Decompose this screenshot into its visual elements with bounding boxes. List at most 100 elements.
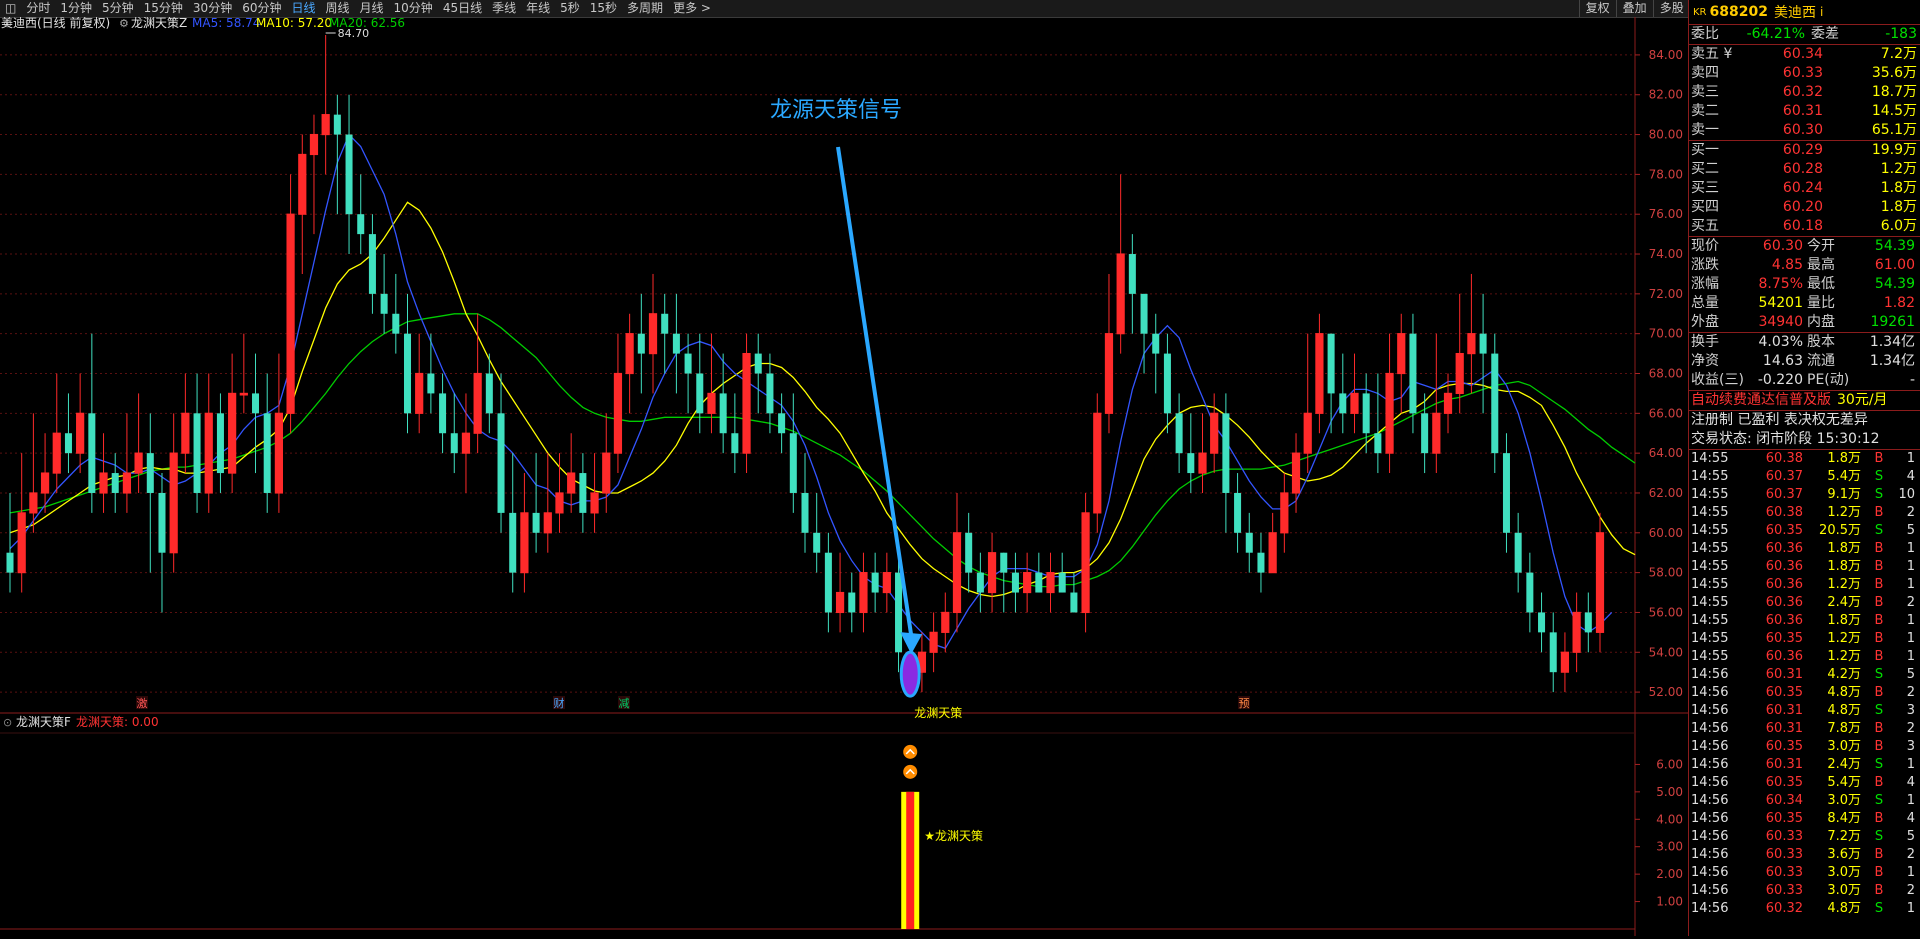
tick-side: B — [1874, 847, 1884, 862]
tick-price: 60.35 — [1765, 739, 1803, 754]
window-menu-icon[interactable]: ◫ — [0, 0, 21, 17]
ask-row[interactable]: 卖五 ¥ 60.34 7.2万 — [1689, 45, 1920, 64]
kline-chart-area[interactable]: ⊙ 美迪西(日线 前复权) ⚙ 龙渊天策Z MA5: 58.74 MA10: 5… — [0, 15, 1695, 936]
period-tab[interactable]: 多周期 — [622, 0, 668, 17]
tick-list[interactable]: 14:55 60.38 1.8万 B 1 14:55 60.37 5.4万 S 4 14:55 60.… — [1689, 450, 1920, 918]
candle-down — [1339, 393, 1347, 414]
period-tab[interactable]: 1分钟 — [55, 0, 97, 17]
tick-price: 60.36 — [1765, 613, 1803, 628]
y-tick-label: 62.00 — [1649, 486, 1683, 500]
ask-label: 卖三 — [1691, 84, 1719, 100]
bid-row[interactable]: 买一 60.29 19.9万 — [1689, 141, 1920, 160]
candle-up-fill — [883, 572, 891, 593]
toolbar-button[interactable]: 复权 — [1578, 0, 1616, 17]
ask-row[interactable]: 卖三 60.32 18.7万 — [1689, 83, 1920, 102]
tick-price: 60.36 — [1765, 559, 1803, 574]
period-tab[interactable]: 15秒 — [585, 0, 622, 17]
period-tab[interactable]: 月线 — [355, 0, 389, 17]
stat-value: 1.82 — [1883, 295, 1915, 311]
period-tab[interactable]: 年线 — [521, 0, 555, 17]
high-marker: 84.70 — [338, 27, 370, 40]
tick-count: 1 — [1906, 559, 1915, 574]
candle-down — [1011, 572, 1019, 593]
period-tab[interactable]: 15分钟 — [139, 0, 188, 17]
period-tab[interactable]: 日线 — [286, 0, 320, 17]
period-tab[interactable]: 60分钟 — [237, 0, 286, 17]
ask-label: 卖四 — [1691, 65, 1719, 81]
bid-row[interactable]: 买二 60.28 1.2万 — [1689, 160, 1920, 179]
candle-up-fill — [1292, 453, 1300, 493]
stock-label: 美迪西(日线 前复权) — [1, 17, 110, 30]
candle-down — [1058, 572, 1066, 593]
period-tab[interactable]: 5秒 — [555, 0, 585, 17]
sub-settings-icon[interactable]: ⊙ — [3, 716, 12, 729]
tick-side: B — [1874, 451, 1884, 466]
tick-count: 2 — [1906, 847, 1915, 862]
chart-svg[interactable]: ⊙ 美迪西(日线 前复权) ⚙ 龙渊天策Z MA5: 58.74 MA10: 5… — [0, 15, 1695, 936]
period-tab[interactable]: 周线 — [321, 0, 355, 17]
tick-time: 14:55 — [1691, 505, 1729, 520]
tick-side: B — [1874, 883, 1884, 898]
period-tab[interactable]: 季线 — [487, 0, 521, 17]
bid-row[interactable]: 买三 60.24 1.8万 — [1689, 179, 1920, 198]
ask-price: 60.33 — [1782, 65, 1823, 81]
bid-row[interactable]: 买四 60.20 1.8万 — [1689, 198, 1920, 217]
event-tag[interactable]: 减 — [619, 697, 630, 710]
event-tag[interactable]: 财 — [554, 696, 565, 710]
ad-row[interactable]: 自动续费通达信普及版 30元/月 — [1689, 391, 1920, 411]
tick-price: 60.35 — [1765, 685, 1803, 700]
tick-side: S — [1874, 487, 1884, 502]
period-tab[interactable]: 10分钟 — [389, 0, 438, 17]
tick-price: 60.36 — [1765, 541, 1803, 556]
ask-row[interactable]: 卖一 60.30 65.1万 — [1689, 121, 1920, 140]
tick-volume: 1.8万 — [1827, 541, 1861, 556]
main-indicator-name[interactable]: 龙渊天策Z — [131, 16, 187, 30]
tick-time: 14:56 — [1691, 703, 1729, 718]
period-tab[interactable]: 分时 — [21, 0, 55, 17]
event-tag[interactable]: 预 — [1239, 697, 1250, 710]
stat-label: 量比 — [1807, 295, 1835, 311]
toolbar-button[interactable]: 叠加 — [1615, 0, 1653, 17]
indicator-gear-icon[interactable]: ⚙ — [119, 17, 129, 30]
period-tab[interactable]: 更多 > — [668, 0, 716, 17]
candle-up-fill — [135, 453, 143, 474]
period-tab[interactable]: 5分钟 — [97, 0, 139, 17]
candle-up-fill — [1280, 492, 1288, 533]
tick-row: 14:55 60.38 1.8万 B 1 — [1689, 450, 1920, 468]
ask-price: 60.30 — [1782, 122, 1823, 138]
fundamental-stats: 换手 4.03% 股本 1.34亿 净资 14.63 流通 1.34亿 收益(三) -0.220 P… — [1689, 333, 1920, 391]
tick-side: S — [1874, 523, 1884, 538]
stock-code: 688202 — [1709, 4, 1768, 20]
period-tab[interactable]: 45日线 — [438, 0, 487, 17]
candle-up-fill — [1117, 254, 1125, 334]
tick-time: 14:55 — [1691, 631, 1729, 646]
candle-down — [111, 473, 119, 493]
candle-down — [532, 512, 540, 533]
event-tag[interactable]: 激 — [137, 696, 148, 710]
ask-row[interactable]: 卖二 60.31 14.5万 — [1689, 102, 1920, 121]
ask-row[interactable]: 卖四 60.33 35.6万 — [1689, 64, 1920, 83]
y-tick-label: 78.00 — [1649, 167, 1683, 181]
candle-up-fill — [941, 612, 949, 633]
tick-count: 5 — [1906, 829, 1915, 844]
tick-row: 14:56 60.35 8.4万 B 4 — [1689, 810, 1920, 828]
ad-price[interactable]: 30元/月 — [1837, 391, 1888, 410]
candle-down — [357, 214, 365, 235]
tick-price: 60.32 — [1765, 901, 1803, 916]
candle-down — [193, 413, 201, 493]
sub-indicator-name[interactable]: 龙渊天策F — [16, 715, 71, 729]
stat-row: 涨跌 4.85 最高 61.00 — [1689, 256, 1920, 275]
period-tab[interactable]: 30分钟 — [188, 0, 237, 17]
candlestick-series: 84.70 — [6, 27, 1605, 693]
ad-text[interactable]: 自动续费通达信普及版 — [1691, 391, 1831, 410]
bid-row[interactable]: 买五 60.18 6.0万 — [1689, 217, 1920, 236]
tick-side: B — [1874, 721, 1884, 736]
toolbar-button[interactable]: 多股 — [1652, 0, 1690, 17]
y-tick-label: 66.00 — [1649, 406, 1683, 420]
tick-volume: 1.8万 — [1827, 451, 1861, 466]
period-toolbar: ◫ 分时 1分钟 5分钟 15分钟 30分钟 60分钟 日线 周线 月线 10分钟 45日线 季线 年线… — [0, 0, 1920, 18]
info-icon[interactable]: i — [1820, 5, 1823, 19]
tick-count: 1 — [1906, 649, 1915, 664]
tick-count: 4 — [1906, 775, 1915, 790]
candle-up-fill — [1386, 373, 1394, 454]
